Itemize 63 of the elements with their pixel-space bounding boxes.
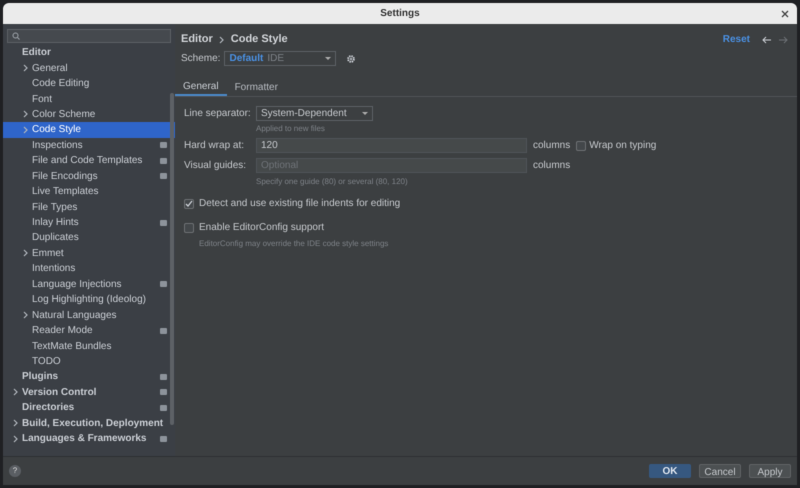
chevron-icon[interactable] [13, 388, 19, 396]
gear-icon[interactable] [346, 54, 356, 64]
tree-item[interactable]: Color Scheme [3, 106, 175, 122]
tree-item[interactable]: Intentions [3, 261, 175, 277]
tree-item[interactable]: Natural Languages [3, 307, 175, 323]
search-icon [12, 32, 21, 40]
chevron-icon[interactable] [23, 249, 29, 258]
tree-item[interactable]: Language Injections [3, 276, 175, 292]
checkbox-label: Wrap on typing [589, 139, 656, 153]
hint-text: Specify one guide (80) or several (80, 120) [256, 176, 409, 188]
field-label: Hard wrap at: [184, 138, 246, 152]
breadcrumb: Editor [181, 32, 213, 48]
tree-item[interactable]: Log Highlighting (Ideolog) [3, 292, 175, 308]
chevron-icon[interactable] [23, 311, 29, 320]
hint-text: EditorConfig may override the IDE code style settings [199, 238, 390, 250]
tree-item[interactable]: Inlay Hints [3, 214, 175, 230]
tree-item[interactable]: Reader Mode [3, 322, 175, 338]
tree-item[interactable]: Plugins [3, 369, 175, 385]
hint-text: Applied to new files [256, 123, 326, 135]
window-title: Settings [380, 7, 420, 21]
tree-item[interactable]: Directories [3, 400, 175, 416]
tab[interactable]: Formatter [226, 78, 286, 96]
dialog-button[interactable]: Cancel [699, 464, 741, 478]
checkbox-label: Enable EditorConfig support [199, 221, 324, 235]
tree-item[interactable]: TextMate Bundles [3, 338, 175, 354]
field-label: Line separator: [184, 106, 250, 120]
checkbox[interactable] [184, 198, 194, 208]
tree-item[interactable]: Font [3, 91, 175, 107]
checkbox[interactable] [184, 222, 194, 232]
tree-item[interactable]: General [3, 60, 175, 76]
chevron-icon[interactable] [218, 36, 225, 44]
tree-item[interactable]: Editor [3, 45, 175, 60]
tree-item[interactable]: Code Editing [3, 76, 175, 92]
dialog-button[interactable]: OK [649, 464, 691, 478]
checkbox-label: Detect and use existing file indents for editing [199, 197, 400, 211]
hard-wrap-field[interactable]: 120 [256, 138, 527, 153]
tree-item[interactable]: File Types [3, 199, 175, 215]
unit-label: columns [533, 139, 570, 153]
line-separator-dropdown[interactable]: System-Dependent [256, 106, 373, 121]
tree-item[interactable]: Inspections [3, 138, 175, 154]
close-icon[interactable] [781, 10, 789, 18]
help-button[interactable]: ? [9, 465, 21, 477]
tab[interactable]: General [175, 78, 227, 96]
unit-label: columns [533, 159, 570, 173]
tree-item[interactable]: File Encodings [3, 168, 175, 184]
field-label: Visual guides: [184, 158, 248, 172]
chevron-icon[interactable] [23, 64, 29, 72]
tree-item[interactable]: File and Code Templates [3, 153, 175, 168]
tree-item[interactable]: Code Style [3, 122, 175, 138]
dialog-button[interactable]: Apply [749, 464, 791, 478]
breadcrumb: Code Style [230, 32, 288, 48]
back-arrow-icon[interactable] [762, 36, 772, 44]
scheme-label: Scheme: [181, 52, 220, 66]
search-field[interactable] [7, 29, 171, 43]
tree-item[interactable]: Version Control [3, 384, 175, 400]
tree-item[interactable]: Languages & Frameworks [3, 430, 175, 446]
tree-item[interactable]: Duplicates [3, 230, 175, 246]
tree-item[interactable]: Emmet [3, 246, 175, 262]
checkbox[interactable] [576, 140, 586, 150]
scrollbar[interactable] [170, 93, 174, 425]
tree-item[interactable]: Live Templates [3, 184, 175, 200]
tree-item[interactable]: Build, Execution, Deployment [3, 416, 175, 431]
tree-item[interactable]: TODO [3, 354, 175, 370]
